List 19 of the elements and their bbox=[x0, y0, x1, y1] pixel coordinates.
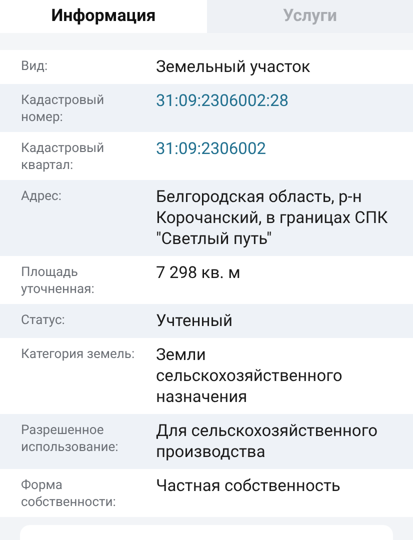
field-label: Площадь уточненная: bbox=[21, 264, 96, 298]
field-label: Кадастровый номер: bbox=[21, 92, 106, 126]
field-value: Частная собственность bbox=[156, 476, 340, 498]
field-label: Кадастровый квартал: bbox=[21, 140, 106, 174]
cadastral-link[interactable]: 31:09:2306002:28 bbox=[156, 91, 289, 126]
field-value: Земельный участок bbox=[156, 57, 310, 78]
field-value: Белгородская область, р-н Корочанский, в границах СПК "Светлый путь" bbox=[156, 187, 389, 250]
field-label: Разрешенное использование: bbox=[21, 422, 120, 457]
field-value: Земли сельскохозяйственного назначения bbox=[156, 345, 344, 408]
field-value: 7 298 кв. м bbox=[156, 263, 240, 285]
field-label: Категория земель: bbox=[21, 346, 136, 364]
field-label: Адрес: bbox=[21, 188, 62, 206]
tab[interactable]: Информация bbox=[0, 0, 207, 33]
cadastral-link[interactable]: 31:09:2306002 bbox=[156, 139, 266, 174]
field-label: Вид: bbox=[21, 58, 49, 76]
field-label: Статус: bbox=[21, 312, 66, 330]
field-label: Форма собственности: bbox=[21, 477, 117, 511]
field-value: Учтенный bbox=[156, 311, 233, 332]
field-value: Для сельскохозяйственного производства bbox=[156, 421, 379, 463]
